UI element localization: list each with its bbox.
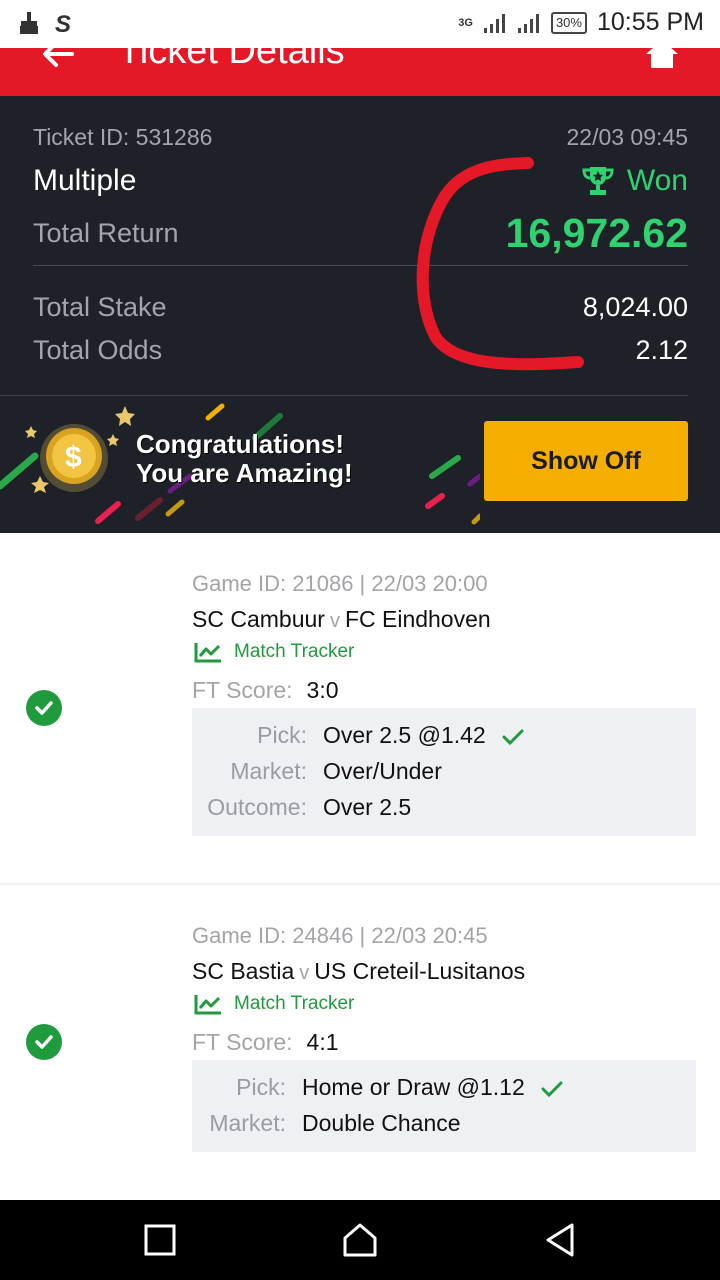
match-tracker-link[interactable]: Match Tracker xyxy=(194,993,354,1015)
sportybet-icon: S xyxy=(55,11,71,36)
versus-label: v xyxy=(299,962,310,984)
market-label: Market: xyxy=(230,758,307,784)
recents-square-icon[interactable] xyxy=(140,1220,180,1260)
checkmark-icon xyxy=(541,1081,563,1098)
status-bar: S 3G 30% 10:55 PM xyxy=(0,0,720,48)
pick-text: Home or Draw @1.12 xyxy=(302,1074,525,1100)
market-value: Over/Under xyxy=(323,758,442,784)
total-stake-value: 8,024.00 xyxy=(582,292,688,322)
ft-score-value: 4:1 xyxy=(306,1029,339,1055)
total-odds-label: Total Odds xyxy=(33,335,163,365)
signal-icon-2 xyxy=(517,13,539,33)
pick-label: Pick: xyxy=(257,722,307,748)
pick-text: Over 2.5 @1.42 xyxy=(323,722,486,748)
pick-value: Over 2.5 @1.42 xyxy=(323,722,524,749)
match-teams: SC Bastia v US Creteil-Lusitanos xyxy=(192,958,525,985)
match-tracker-link[interactable]: Match Tracker xyxy=(194,641,354,663)
match-tracker-label: Match Tracker xyxy=(234,993,355,1014)
status-text: Won xyxy=(626,164,688,197)
ticket-summary: Ticket ID: 531286 22/03 09:45 Multiple W… xyxy=(0,96,720,533)
ft-score: FT Score: 4:1 xyxy=(192,1029,339,1056)
broom-icon xyxy=(20,12,38,34)
pick-details: Pick: Over 2.5 @1.42 Market: Over/Under … xyxy=(192,708,696,836)
ticket-date: 22/03 09:45 xyxy=(566,124,688,150)
match-tracker-label: Match Tracker xyxy=(234,641,355,662)
market-value: Double Chance xyxy=(302,1110,461,1136)
game-meta: Game ID: 24846 | 22/03 20:45 xyxy=(192,923,488,948)
check-circle-icon xyxy=(26,690,62,726)
show-off-button[interactable]: Show Off xyxy=(484,421,688,501)
svg-text:S: S xyxy=(55,11,71,36)
ft-score-label: FT Score: xyxy=(192,677,293,703)
market-label: Market: xyxy=(209,1110,286,1136)
pick-label: Pick: xyxy=(236,1074,286,1100)
ticket-id: Ticket ID: 531286 xyxy=(33,124,213,150)
total-return-label: Total Return xyxy=(33,218,179,248)
trophy-icon xyxy=(582,167,614,195)
outcome-label: Outcome: xyxy=(207,794,307,820)
away-team: FC Eindhoven xyxy=(344,606,491,632)
game-card: Game ID: 21086 | 22/03 20:00 SC Cambuur v… xyxy=(0,533,720,883)
battery-indicator: 30% xyxy=(550,11,587,34)
back-arrow-icon[interactable] xyxy=(38,48,78,74)
svg-text:$: $ xyxy=(65,441,82,474)
home-team: SC Cambuur xyxy=(192,606,325,632)
home-icon[interactable] xyxy=(642,48,682,68)
network-type: 3G xyxy=(458,16,473,29)
congrats-line-1: Congratulations! xyxy=(136,429,344,459)
app-header: Ticket Details xyxy=(0,48,720,96)
away-team: US Creteil-Lusitanos xyxy=(314,958,526,984)
ft-score: FT Score: 3:0 xyxy=(192,677,339,704)
ft-score-label: FT Score: xyxy=(192,1029,293,1055)
total-return-value: 16,972.62 xyxy=(505,210,688,256)
match-teams: SC Cambuur v FC Eindhoven xyxy=(192,606,491,633)
checkmark-icon xyxy=(502,729,524,746)
bet-type: Multiple xyxy=(33,164,137,197)
congrats-message: Congratulations! You are Amazing! xyxy=(136,430,353,488)
chart-line-icon xyxy=(194,995,221,1015)
status-badge: Won xyxy=(581,164,688,198)
back-triangle-icon[interactable] xyxy=(540,1220,580,1260)
page-title: Ticket Details xyxy=(118,48,345,72)
check-circle-icon xyxy=(26,1024,62,1060)
congrats-line-2: You are Amazing! xyxy=(136,458,353,488)
clock: 10:55 PM xyxy=(596,8,704,36)
divider xyxy=(33,265,688,266)
game-card: Game ID: 24846 | 22/03 20:45 SC Bastia v U… xyxy=(0,885,720,1200)
pick-details: Pick: Home or Draw @1.12 Market: Double … xyxy=(192,1060,696,1152)
outcome-value: Over 2.5 xyxy=(323,794,412,820)
home-nav-icon[interactable] xyxy=(340,1220,380,1260)
system-nav-bar xyxy=(0,1200,720,1280)
total-odds-value: 2.12 xyxy=(635,335,688,365)
home-team: SC Bastia xyxy=(192,958,295,984)
pick-value: Home or Draw @1.12 xyxy=(302,1074,563,1101)
red-scribble-annotation xyxy=(416,157,584,371)
total-stake-label: Total Stake xyxy=(33,292,167,322)
versus-label: v xyxy=(329,610,340,632)
game-meta: Game ID: 21086 | 22/03 20:00 xyxy=(192,571,488,596)
signal-icon xyxy=(483,13,505,33)
chart-line-icon xyxy=(194,643,221,663)
ft-score-value: 3:0 xyxy=(306,677,339,703)
